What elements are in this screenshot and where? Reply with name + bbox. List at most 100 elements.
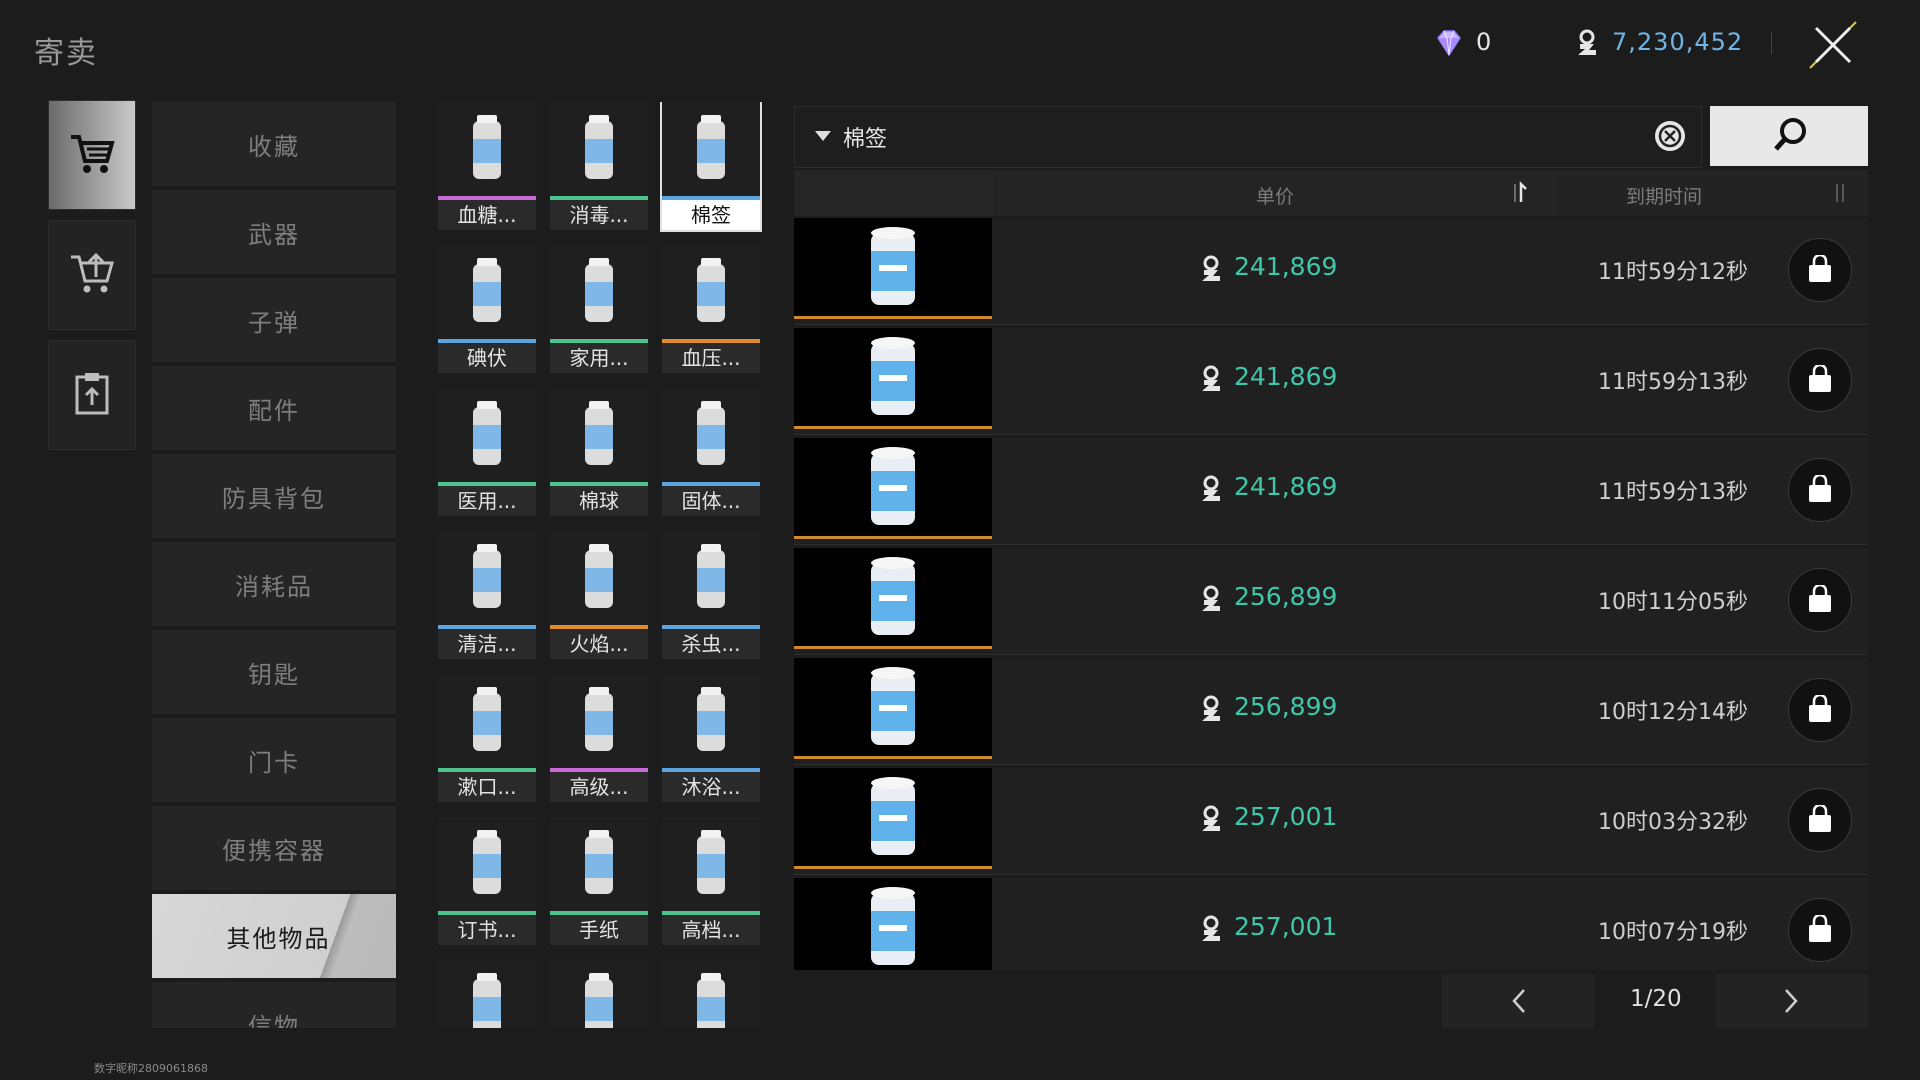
item-card[interactable] <box>550 960 648 1028</box>
rarity-bar <box>794 646 992 649</box>
item-card[interactable]: 固体... <box>662 388 760 516</box>
page-title: 寄卖 <box>34 36 98 71</box>
listing-item-image <box>794 438 992 536</box>
listing-item-image <box>794 548 992 646</box>
item-card[interactable]: 沐浴... <box>662 674 760 802</box>
header-price-column[interactable]: 单价 <box>994 170 1558 216</box>
cotton-swab-jar-icon <box>871 447 915 525</box>
item-card[interactable]: 棉球 <box>550 388 648 516</box>
clear-filter-button[interactable] <box>1655 121 1685 151</box>
currency-icon <box>1202 695 1220 721</box>
listing-expiry: 11时59分13秒 <box>1598 370 1748 395</box>
category-containers[interactable]: 便携容器 <box>152 806 396 890</box>
category-armor-backpack[interactable]: 防具背包 <box>152 454 396 538</box>
item-card[interactable]: 高档... <box>662 817 760 945</box>
listing-price: 241,869 <box>1234 362 1338 391</box>
close-button[interactable] <box>1800 16 1866 74</box>
buy-button[interactable] <box>1788 788 1852 852</box>
mode-tab-sell[interactable] <box>48 220 136 330</box>
item-card[interactable]: 手纸 <box>550 817 648 945</box>
item-card[interactable]: 消毒... <box>550 102 648 230</box>
glucose-meter-icon <box>473 115 501 179</box>
sort-price-icon[interactable] <box>1508 180 1530 206</box>
price-column-label: 单价 <box>1256 186 1295 208</box>
item-thumbnail <box>550 674 648 768</box>
item-card[interactable] <box>662 960 760 1028</box>
prev-page-button[interactable] <box>1442 974 1594 1028</box>
item-card[interactable]: 家用... <box>550 245 648 373</box>
shopping-bag-icon <box>1809 475 1831 502</box>
item-card[interactable]: 棉签 <box>660 102 762 232</box>
shower-gel-icon <box>697 687 725 751</box>
header-time-column[interactable]: 到期时间 <box>1558 170 1868 216</box>
category-other-items[interactable]: 其他物品 <box>152 894 396 978</box>
money-balance: 7,230,452 <box>1612 28 1744 56</box>
item-filter[interactable]: 棉签 <box>794 106 1702 168</box>
buy-button[interactable] <box>1788 898 1852 962</box>
watermark: 数字昵称2809061868 <box>94 1062 208 1075</box>
category-keys[interactable]: 钥匙 <box>152 630 396 714</box>
listing-expiry: 10时12分14秒 <box>1598 700 1748 725</box>
buy-button[interactable] <box>1788 568 1852 632</box>
household-bottle-icon <box>585 258 613 322</box>
listing-item-image <box>794 658 992 756</box>
item-card[interactable]: 医用... <box>438 388 536 516</box>
item-thumbnail <box>550 960 648 1028</box>
buy-button[interactable] <box>1788 458 1852 522</box>
cotton-swab-jar-icon <box>871 227 915 305</box>
buy-button[interactable] <box>1788 348 1852 412</box>
mode-tab-buy[interactable] <box>48 100 136 210</box>
search-button[interactable] <box>1710 106 1868 166</box>
item-name: 棉球 <box>579 489 619 513</box>
lighter-icon <box>697 830 725 894</box>
shopping-bag-icon <box>1809 695 1831 722</box>
item-name: 固体... <box>681 489 741 513</box>
item-card[interactable]: 碘伏 <box>438 245 536 373</box>
buy-button[interactable] <box>1788 238 1852 302</box>
item-card[interactable] <box>438 960 536 1028</box>
search-icon <box>1774 118 1806 151</box>
mode-tab-records[interactable] <box>48 340 136 450</box>
item-name: 沐浴... <box>681 775 741 799</box>
item-card[interactable]: 血压... <box>662 245 760 373</box>
item-name: 高档... <box>681 918 741 942</box>
listing-price: 256,899 <box>1234 692 1338 721</box>
listing-price: 257,001 <box>1234 802 1338 831</box>
gem-count: 0 <box>1476 28 1492 56</box>
category-ammo[interactable]: 子弹 <box>152 278 396 362</box>
item-thumbnail <box>550 245 648 339</box>
item-card[interactable]: 订书... <box>438 817 536 945</box>
item-card[interactable]: 漱口... <box>438 674 536 802</box>
stapler-icon <box>473 830 501 894</box>
category-attachments[interactable]: 配件 <box>152 366 396 450</box>
item-grid: 血糖... 消毒... 棉签碘伏 家用... 血压... 医用... 棉球 固体... 清洁..… <box>438 102 762 1028</box>
item-name: 订书... <box>457 918 517 942</box>
item-thumbnail <box>438 388 536 482</box>
item-card[interactable]: 血糖... <box>438 102 536 230</box>
listing-row: 241,869 11时59分12秒 <box>794 218 1868 325</box>
item-name: 碘伏 <box>467 346 507 370</box>
item-thumbnail <box>438 817 536 911</box>
category-keycards[interactable]: 门卡 <box>152 718 396 802</box>
buy-button[interactable] <box>1788 678 1852 742</box>
listing-row: 257,001 10时03分32秒 <box>794 768 1868 875</box>
category-tokens[interactable]: 信物 <box>152 982 396 1028</box>
category-consumables[interactable]: 消耗品 <box>152 542 396 626</box>
item-name: 血压... <box>681 346 741 370</box>
premium-pen-icon <box>585 687 613 751</box>
item-thumbnail <box>550 531 648 625</box>
cotton-swab-jar-icon <box>871 557 915 635</box>
sort-time-icon[interactable] <box>1830 180 1852 206</box>
next-page-button[interactable] <box>1716 974 1868 1028</box>
listing-item-image <box>794 218 992 316</box>
item-card[interactable]: 清洁... <box>438 531 536 659</box>
item-card[interactable]: 火焰... <box>550 531 648 659</box>
item-card[interactable]: 高级... <box>550 674 648 802</box>
item-card[interactable]: 杀虫... <box>662 531 760 659</box>
category-favorites[interactable]: 收藏 <box>152 102 396 186</box>
razor-icon <box>697 973 725 1028</box>
listing-expiry: 10时07分19秒 <box>1598 920 1748 945</box>
listing-row: 257,001 10时07分19秒 <box>794 878 1868 970</box>
currency-icon <box>1578 29 1596 55</box>
category-weapons[interactable]: 武器 <box>152 190 396 274</box>
